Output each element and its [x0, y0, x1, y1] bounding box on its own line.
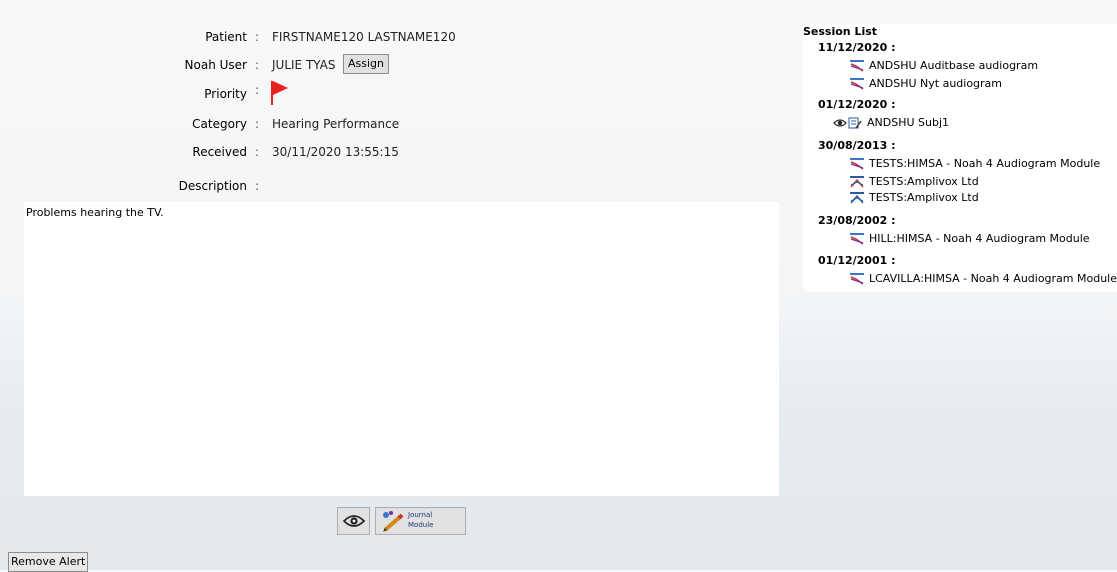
session-date: 01/12/2020 : — [818, 98, 896, 111]
noah-user-row: Noah User : JULIE TYAS Assign — [0, 54, 700, 75]
session-item[interactable]: TESTS:Amplivox Ltd — [850, 191, 979, 204]
eye-icon — [833, 118, 847, 128]
audiogram-icon — [850, 272, 864, 285]
received-label: Received — [192, 145, 247, 159]
priority-colon: : — [255, 83, 260, 97]
priority-label: Priority — [204, 87, 247, 101]
session-item-label: ANDSHU Nyt audiogram — [869, 77, 1003, 90]
received-value: 30/11/2020 13:55:15 — [272, 145, 399, 159]
category-value: Hearing Performance — [272, 117, 400, 131]
audiogram-icon — [850, 232, 864, 245]
view-button[interactable] — [337, 507, 370, 535]
category-row: Category : Hearing Performance — [0, 114, 700, 134]
session-list-title: Session List — [803, 25, 878, 38]
journal-module-button[interactable]: Journal Module — [375, 507, 466, 535]
session-item-label: TESTS:Amplivox Ltd — [869, 175, 979, 188]
remove-alert-button[interactable]: Remove Alert — [8, 552, 89, 572]
assign-button[interactable]: Assign — [343, 54, 389, 74]
priority-flag-icon — [270, 80, 290, 112]
patient-value: FIRSTNAME120 LASTNAME120 — [272, 30, 456, 44]
received-colon: : — [255, 145, 260, 159]
session-item-label: ANDSHU Auditbase audiogram — [869, 59, 1039, 72]
description-colon: : — [255, 179, 260, 193]
session-item-label: TESTS:HIMSA - Noah 4 Audiogram Module — [869, 157, 1101, 170]
session-item[interactable]: ANDSHU Subj1 — [833, 116, 949, 129]
description-textarea[interactable]: Problems hearing the TV. — [24, 202, 779, 496]
amplivox-icon — [850, 191, 864, 204]
session-date: 01/12/2001 : — [818, 254, 896, 267]
journal-label-line1: Journal — [408, 511, 433, 519]
description-row: Description : — [0, 176, 700, 196]
amplivox-icon — [850, 175, 864, 188]
session-item-label: ANDSHU Subj1 — [867, 116, 950, 129]
audiogram-icon — [850, 77, 864, 90]
audiogram-icon — [850, 59, 864, 72]
session-item[interactable]: LCAVILLA:HIMSA - Noah 4 Audiogram Module — [850, 272, 1117, 285]
journal-pencil-icon — [381, 510, 405, 535]
session-item[interactable]: ANDSHU Auditbase audiogram — [850, 59, 1038, 72]
description-label: Description — [178, 179, 247, 193]
priority-row: Priority : — [0, 81, 700, 105]
session-item-label: TESTS:Amplivox Ltd — [869, 191, 979, 204]
session-item-label: LCAVILLA:HIMSA - Noah 4 Audiogram Module — [869, 272, 1117, 285]
session-date: 23/08/2002 : — [818, 214, 896, 227]
session-item[interactable]: ANDSHU Nyt audiogram — [850, 77, 1002, 90]
eye-icon — [342, 514, 366, 531]
session-item[interactable]: HILL:HIMSA - Noah 4 Audiogram Module — [850, 232, 1090, 245]
session-item[interactable]: TESTS:HIMSA - Noah 4 Audiogram Module — [850, 157, 1100, 170]
description-text: Problems hearing the TV. — [26, 206, 164, 219]
session-item[interactable]: TESTS:Amplivox Ltd — [850, 175, 979, 188]
received-row: Received : 30/11/2020 13:55:15 — [0, 142, 700, 162]
patient-colon: : — [255, 30, 260, 44]
audiogram-icon — [850, 157, 864, 170]
session-date: 11/12/2020 : — [818, 41, 896, 54]
patient-row: Patient : FIRSTNAME120 LASTNAME120 — [0, 27, 700, 47]
journal-icon — [848, 117, 862, 129]
patient-label: Patient — [205, 30, 247, 44]
noah-user-colon: : — [255, 58, 260, 72]
category-label: Category — [192, 117, 247, 131]
noah-user-value: JULIE TYAS — [272, 58, 336, 72]
category-colon: : — [255, 117, 260, 131]
session-date: 30/08/2013 : — [818, 139, 896, 152]
journal-label-line2: Module — [408, 521, 434, 529]
session-item-label: HILL:HIMSA - Noah 4 Audiogram Module — [869, 232, 1090, 245]
noah-user-label: Noah User — [184, 58, 247, 72]
